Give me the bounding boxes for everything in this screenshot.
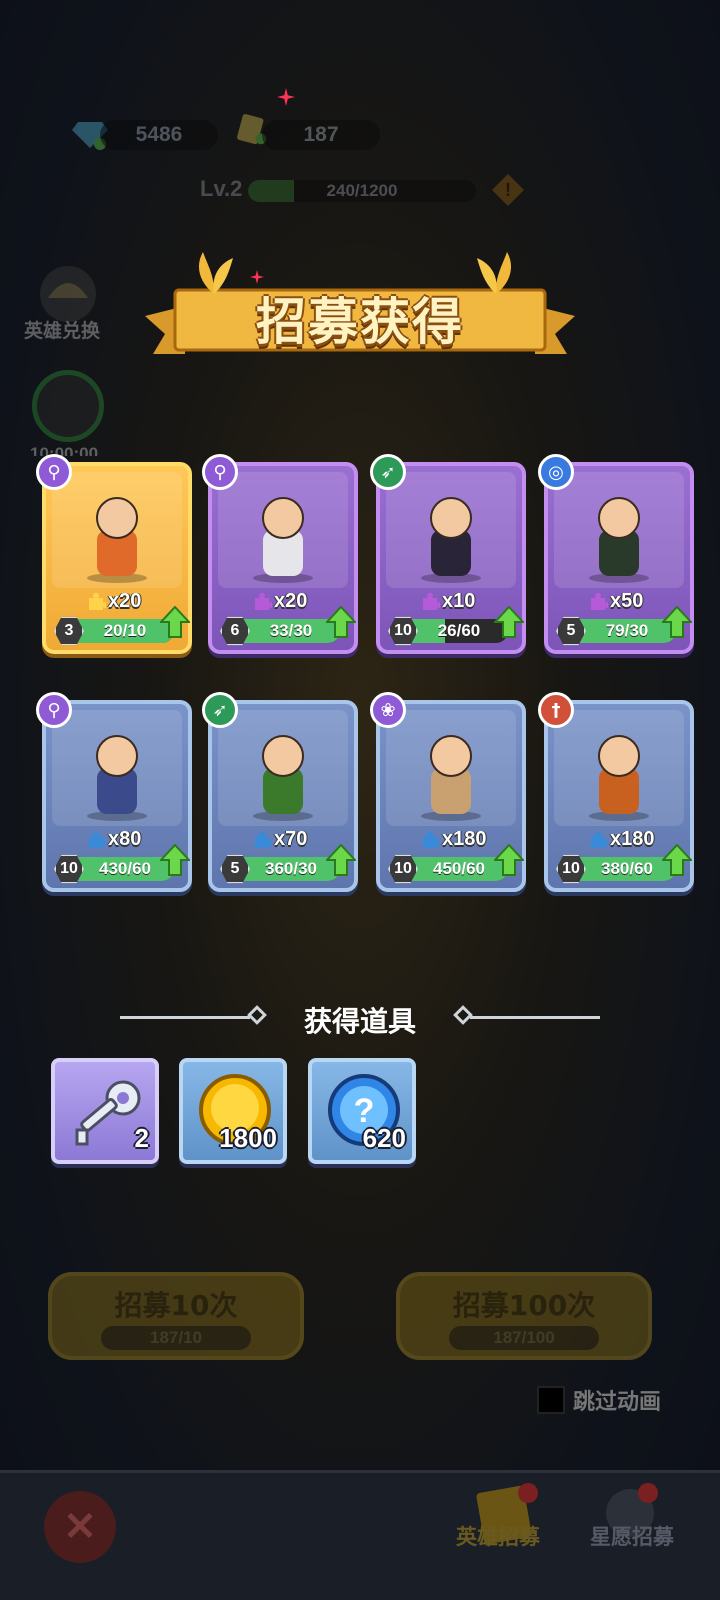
- puzzle-piece-icon: [89, 592, 106, 610]
- shard-text: x180: [610, 828, 655, 850]
- shard-text: x10: [442, 590, 476, 612]
- recruit-100-button: 招募100次 187/100: [396, 1272, 652, 1360]
- nav-wish-recruit[interactable]: 星愿招募: [590, 1521, 674, 1551]
- reward-item-key[interactable]: 2: [51, 1058, 159, 1164]
- recruit-100-label: 招募100次: [452, 1289, 596, 1322]
- hero-shard-count: x50: [588, 590, 643, 613]
- hero-shard-count: x180: [420, 828, 487, 851]
- puzzle-piece-icon: [423, 830, 440, 848]
- reward-item-gold[interactable]: 1800: [179, 1058, 287, 1164]
- xp-text: 240/1200: [326, 181, 398, 200]
- skip-animation-label: 跳过动画: [573, 1390, 662, 1415]
- hero-shard-count: x20: [86, 590, 141, 613]
- hero-portrait: [253, 497, 313, 583]
- upgrade-arrow-icon: [662, 844, 692, 876]
- hero-portrait: [87, 735, 147, 821]
- puzzle-piece-icon: [591, 592, 608, 610]
- upgrade-arrow-icon: [160, 606, 190, 638]
- event-badge: [32, 370, 104, 442]
- recruit-result-banner: 招募获得: [145, 252, 575, 360]
- skip-animation-checkbox[interactable]: [537, 1386, 565, 1414]
- hero-card[interactable]: ⚲ x20 33/30 6: [202, 454, 358, 654]
- hero-card[interactable]: ❀ x180 450/60 10: [370, 692, 526, 892]
- upgrade-arrow-icon: [494, 606, 524, 638]
- hero-portrait: [589, 497, 649, 583]
- hero-shard-count: x80: [86, 828, 141, 851]
- reward-item-orb[interactable]: ? 620: [308, 1058, 416, 1164]
- mage-staff-icon: ⚲: [36, 692, 72, 728]
- svg-text:!: !: [505, 180, 511, 200]
- banner-title: 招募获得: [256, 293, 464, 351]
- hero-card[interactable]: † x180 380/60 10: [538, 692, 694, 892]
- swirl-icon: ◎: [538, 454, 574, 490]
- shard-text: x50: [610, 590, 644, 612]
- xp-bar: 240/1200: [248, 180, 476, 202]
- shard-text: x70: [274, 828, 308, 850]
- upgrade-arrow-icon: [662, 606, 692, 638]
- bottom-navigation: ✕ 英雄招募 星愿招募: [0, 1470, 720, 1600]
- shard-text: x180: [442, 828, 487, 850]
- warning-icon: !: [492, 174, 524, 206]
- shard-text: x20: [108, 590, 142, 612]
- hero-shard-count: x10: [420, 590, 475, 613]
- upgrade-arrow-icon: [494, 844, 524, 876]
- sword-icon: †: [538, 692, 574, 728]
- hero-portrait: [253, 735, 313, 821]
- hero-portrait: [589, 735, 649, 821]
- hero-card[interactable]: ⚲ x80 430/60 10: [36, 692, 192, 892]
- items-section-title: 获得道具: [303, 1005, 416, 1038]
- recruit-100-cost: 187/100: [449, 1326, 599, 1350]
- upgrade-arrow-icon: [160, 844, 190, 876]
- hero-shard-count: x180: [588, 828, 655, 851]
- hero-portrait: [421, 735, 481, 821]
- hero-exchange-label: 英雄兑换: [24, 320, 101, 342]
- skip-animation-toggle[interactable]: 跳过动画: [537, 1384, 661, 1416]
- upgrade-arrow-icon: [326, 844, 356, 876]
- hero-portrait: [421, 497, 481, 583]
- hero-card[interactable]: ➶ x10 26/60 10: [370, 454, 526, 654]
- mage-staff-icon: ⚲: [202, 454, 238, 490]
- puzzle-piece-icon: [255, 592, 272, 610]
- mage-staff-icon: ⚲: [36, 454, 72, 490]
- recruit-10-cost: 187/10: [101, 1326, 251, 1350]
- bow-icon: ➶: [202, 692, 238, 728]
- player-level: Lv.2: [200, 176, 243, 201]
- close-icon: ✕: [44, 1491, 116, 1563]
- puzzle-piece-icon: [423, 592, 440, 610]
- helmet-icon: [40, 266, 96, 322]
- bow-icon: ➶: [370, 454, 406, 490]
- upgrade-arrow-icon: [326, 606, 356, 638]
- hero-card[interactable]: ➶ x70 360/30 5: [202, 692, 358, 892]
- shard-text: x20: [274, 590, 308, 612]
- puzzle-piece-icon: [591, 830, 608, 848]
- puzzle-piece-icon: [255, 830, 272, 848]
- recruit-10-label: 招募10次: [114, 1289, 238, 1322]
- shard-text: x80: [108, 828, 142, 850]
- nav-hero-recruit[interactable]: 英雄招募: [456, 1521, 540, 1551]
- hero-card[interactable]: ⚲ x20 20/10 3: [36, 454, 192, 654]
- ticket-count: 187: [262, 120, 380, 150]
- item-quantity: 620: [362, 1123, 406, 1153]
- hero-shard-count: x70: [252, 828, 307, 851]
- hero-portrait: [87, 497, 147, 583]
- puzzle-piece-icon: [89, 830, 106, 848]
- hero-shard-count: x20: [252, 590, 307, 613]
- item-quantity: 1800: [219, 1123, 277, 1153]
- paw-icon: ❀: [370, 692, 406, 728]
- gem-count: 5486: [100, 120, 218, 150]
- recruit-10-button: 招募10次 187/10: [48, 1272, 304, 1360]
- section-divider-right: [470, 1016, 600, 1019]
- hero-card[interactable]: ◎ x50 79/30 5: [538, 454, 694, 654]
- item-quantity: 2: [134, 1123, 149, 1153]
